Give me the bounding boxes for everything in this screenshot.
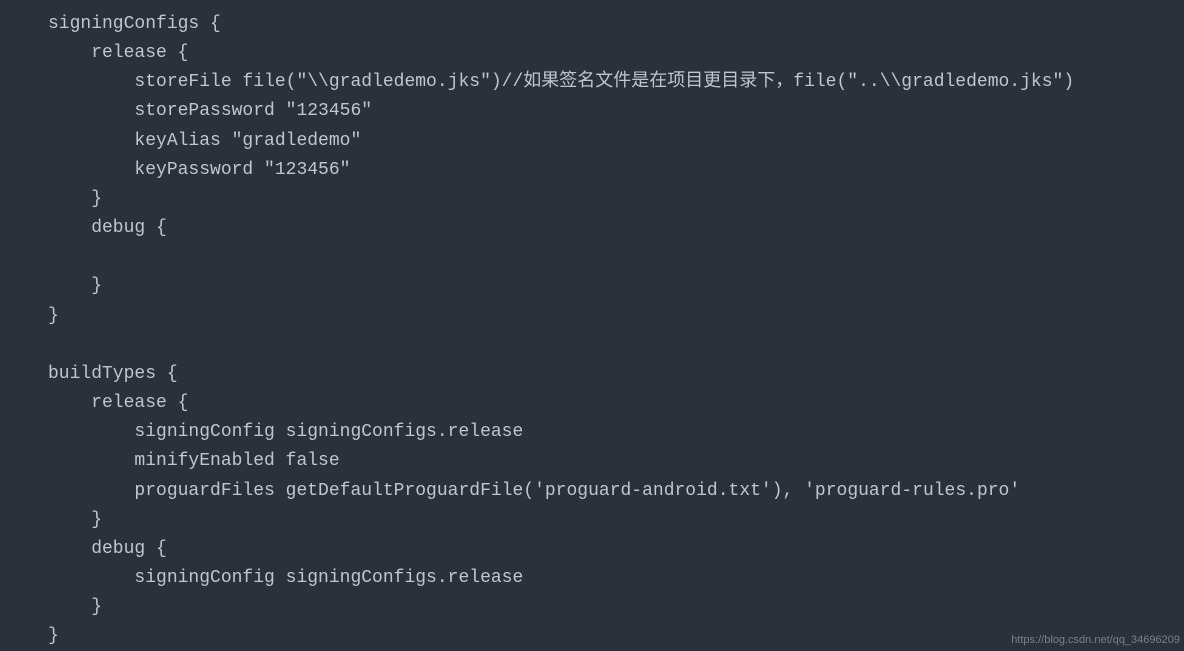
watermark-text: https://blog.csdn.net/qq_34696209	[1011, 634, 1180, 646]
code-block: signingConfigs { release { storeFile fil…	[48, 10, 1184, 651]
